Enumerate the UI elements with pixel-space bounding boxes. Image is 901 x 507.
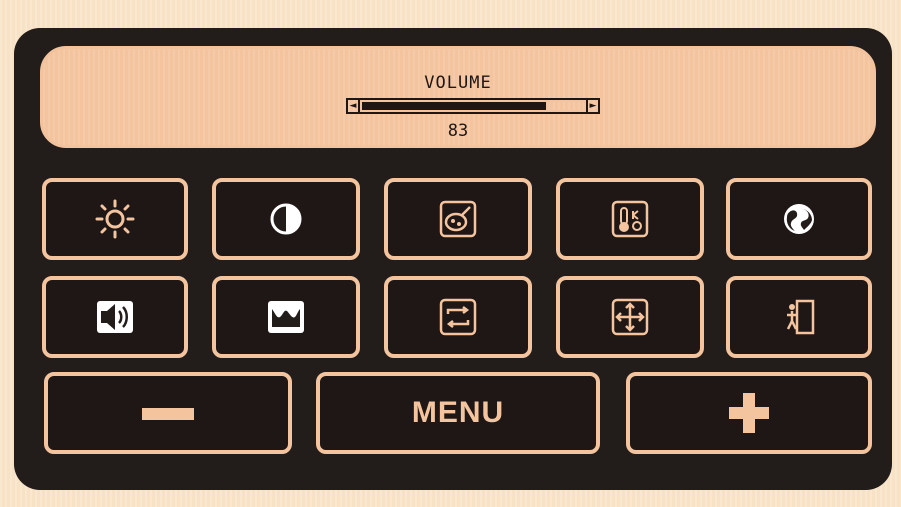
contrast-button[interactable] <box>212 178 360 260</box>
input-source-button[interactable] <box>384 276 532 358</box>
color-temperature-icon <box>610 199 650 239</box>
minus-icon <box>140 401 196 425</box>
volume-button[interactable] <box>42 276 188 358</box>
plus-button[interactable] <box>626 372 872 454</box>
plus-icon <box>725 389 773 437</box>
language-button[interactable] <box>726 178 872 260</box>
exit-button[interactable] <box>726 276 872 358</box>
slider-fill <box>362 102 547 110</box>
volume-display: VOLUME ◄ ► 83 <box>40 46 876 148</box>
slider-left-arrow-icon[interactable]: ◄ <box>348 100 360 112</box>
color-icon <box>438 199 478 239</box>
minus-button[interactable] <box>44 372 292 454</box>
osd-panel: VOLUME ◄ ► 83 MENU <box>14 28 892 490</box>
input-source-icon <box>438 297 478 337</box>
image-setup-button[interactable] <box>212 276 360 358</box>
exit-icon <box>779 297 819 337</box>
position-button[interactable] <box>556 276 704 358</box>
position-icon <box>610 297 650 337</box>
color-temperature-button[interactable] <box>556 178 704 260</box>
slider-track[interactable] <box>360 100 586 112</box>
contrast-icon <box>266 199 306 239</box>
volume-icon <box>95 297 135 337</box>
image-setup-icon <box>266 297 306 337</box>
menu-button-label: MENU <box>411 396 505 429</box>
brightness-button[interactable] <box>42 178 188 260</box>
menu-button[interactable]: MENU <box>316 372 600 454</box>
slider-right-arrow-icon[interactable]: ► <box>586 100 598 112</box>
color-button[interactable] <box>384 178 532 260</box>
display-title: VOLUME <box>424 73 492 93</box>
language-icon <box>779 199 819 239</box>
volume-slider[interactable]: ◄ ► <box>346 98 600 114</box>
volume-value: 83 <box>447 121 469 141</box>
brightness-icon <box>95 199 135 239</box>
